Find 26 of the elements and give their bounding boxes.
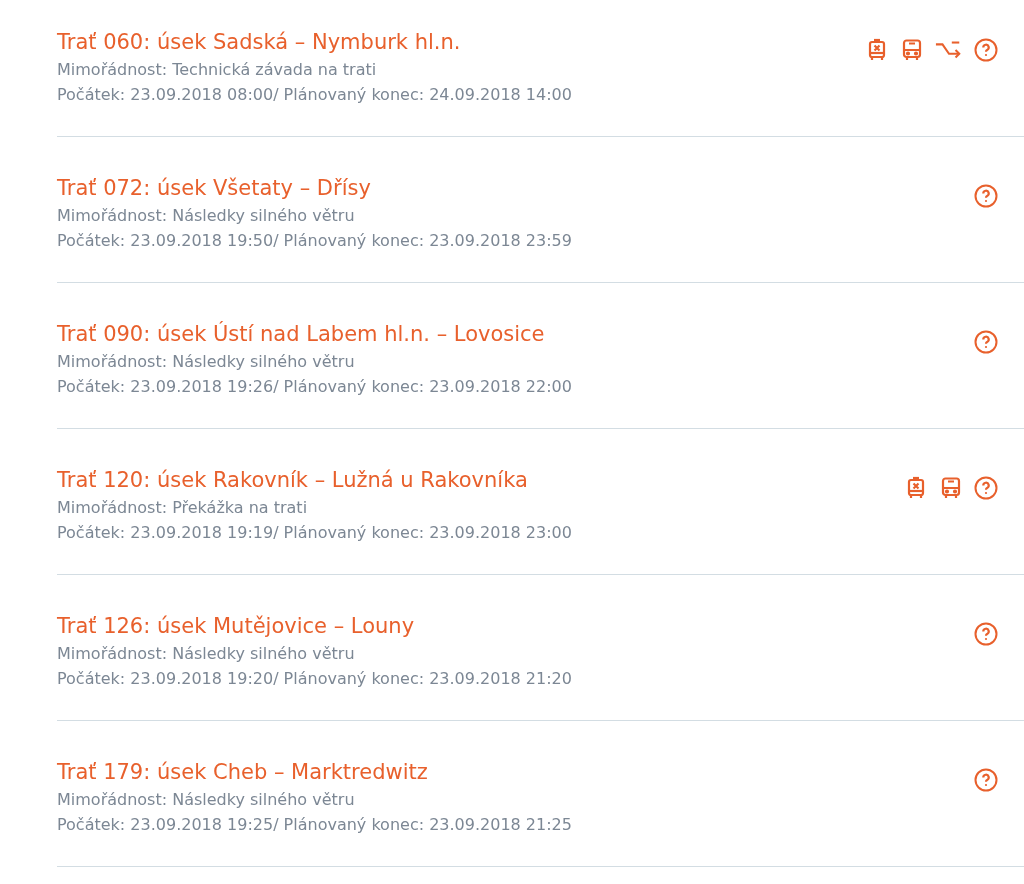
disruption-reason: Mimořádnost: Následky silného větru (57, 643, 355, 665)
bus-icon (939, 476, 963, 500)
help-icon[interactable] (974, 476, 998, 500)
disruption-period: Počátek: 23.09.2018 19:26/ Plánovaný konec: 23.09.2018 22:00 (57, 376, 572, 398)
route-title[interactable]: Trať 072: úsek Všetaty – Dřísy (57, 173, 371, 203)
help-icon[interactable] (974, 768, 998, 792)
disruption-reason: Mimořádnost: Následky silného větru (57, 205, 355, 227)
help-icon[interactable] (974, 330, 998, 354)
disruption-period: Počátek: 23.09.2018 19:25/ Plánovaný konec: 23.09.2018 21:25 (57, 814, 572, 836)
help-icon[interactable] (974, 622, 998, 646)
disruption-reason: Mimořádnost: Následky silného větru (57, 351, 355, 373)
disruption-reason: Mimořádnost: Překážka na trati (57, 497, 308, 519)
route-title[interactable]: Trať 179: úsek Cheb – Marktredwitz (57, 757, 428, 787)
disruption-period: Počátek: 23.09.2018 19:19/ Plánovaný konec: 23.09.2018 23:00 (57, 522, 572, 544)
disruption-period: Počátek: 23.09.2018 19:20/ Plánovaný konec: 23.09.2018 21:20 (57, 668, 572, 690)
route-title[interactable]: Trať 060: úsek Sadská – Nymburk hl.n. (57, 27, 461, 57)
route-title[interactable]: Trať 120: úsek Rakovník – Lužná u Rakovníka (57, 465, 528, 495)
help-icon[interactable] (974, 38, 998, 62)
disruption-period: Počátek: 23.09.2018 08:00/ Plánovaný konec: 24.09.2018 14:00 (57, 84, 572, 106)
disruption-reason: Mimořádnost: Následky silného větru (57, 789, 355, 811)
disruption-period: Počátek: 23.09.2018 19:50/ Plánovaný konec: 23.09.2018 23:59 (57, 230, 572, 252)
route-title[interactable]: Trať 090: úsek Ústí nad Labem hl.n. – Lovosice (57, 319, 545, 349)
route-title[interactable]: Trať 126: úsek Mutějovice – Louny (57, 611, 415, 641)
disruption-reason: Mimořádnost: Technická závada na trati (57, 59, 377, 81)
help-icon[interactable] (974, 184, 998, 208)
bus-icon (900, 38, 924, 62)
